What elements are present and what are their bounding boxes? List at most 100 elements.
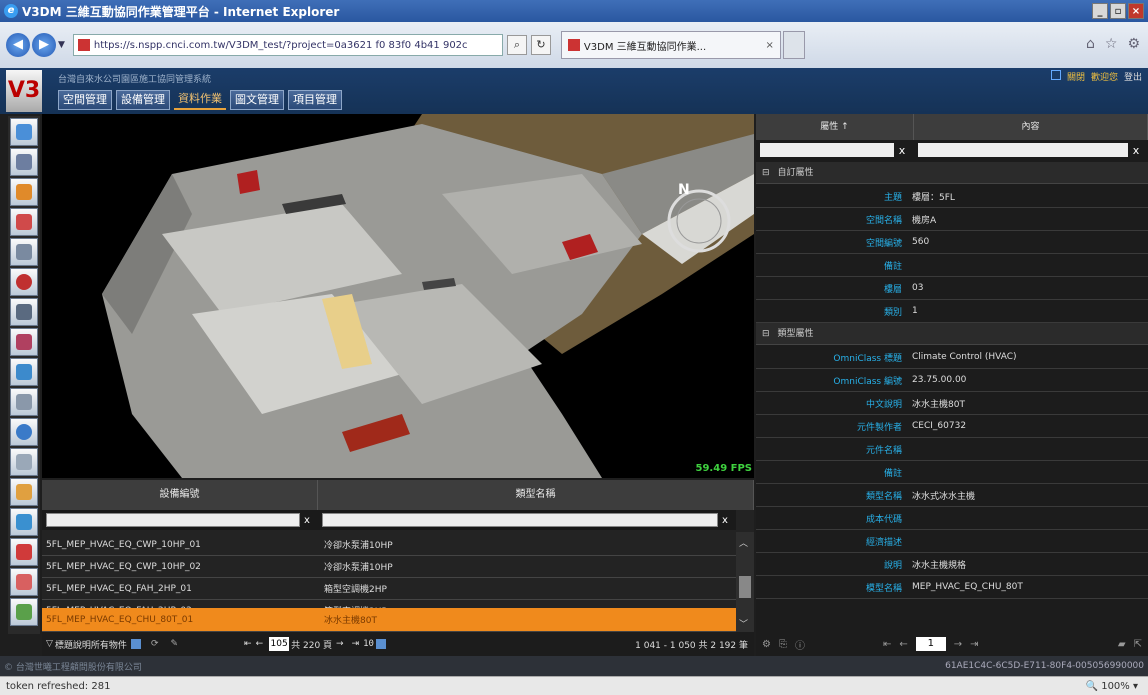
property-row[interactable]: 樓層 03 (756, 277, 1148, 300)
tool-walk[interactable] (10, 178, 38, 206)
close-link[interactable]: 關閉 (1067, 70, 1085, 83)
table-row-selected[interactable]: 5FL_MEP_HVAC_EQ_CHU_80T_01 冰水主機80T (42, 608, 736, 632)
prev-icon[interactable]: ⇤ (883, 639, 891, 650)
history-dropdown-icon[interactable]: ▼ (58, 40, 65, 50)
new-tab-button[interactable] (782, 31, 805, 59)
property-row[interactable]: 元件名稱 (756, 438, 1148, 461)
filter-dropdown-icon[interactable] (130, 639, 141, 649)
property-row[interactable]: 經濟描述 (756, 530, 1148, 553)
equipment-id-filter-input[interactable] (46, 513, 300, 527)
minimize-button[interactable]: _ (1092, 3, 1108, 19)
property-row[interactable]: 中文說明 冰水主機80T (756, 392, 1148, 415)
url-input[interactable]: https://s.nspp.cnci.com.tw/V3DM_test/?pr… (72, 34, 503, 56)
property-row[interactable]: OmniClass 標題 Climate Control (HVAC) (756, 346, 1148, 369)
tool-list[interactable] (10, 358, 38, 386)
search-button[interactable]: ⌕ (506, 35, 527, 55)
page-number-input[interactable]: 105 (269, 637, 290, 651)
next-icon[interactable]: ⇥ (970, 639, 978, 650)
group-collapse-icon[interactable]: ⊟ (762, 168, 770, 178)
property-row[interactable]: 類別 1 (756, 300, 1148, 323)
group-collapse-icon[interactable]: ⊟ (762, 329, 770, 339)
tool-export[interactable] (10, 508, 38, 536)
menu-document-management[interactable]: 圖文管理 (230, 90, 284, 110)
tool-section[interactable] (10, 208, 38, 236)
close-button[interactable]: × (1128, 3, 1144, 19)
column-header-type-name[interactable]: 類型名稱 (318, 480, 754, 510)
table-row[interactable]: 5FL_MEP_HVAC_EQ_CWP_10HP_02 冷卻水泵浦10HP (42, 556, 736, 578)
tool-fly[interactable] (10, 298, 38, 326)
menu-project-management[interactable]: 項目管理 (288, 90, 342, 110)
menu-space-management[interactable]: 空間管理 (58, 90, 112, 110)
property-row[interactable]: 備註 (756, 254, 1148, 277)
back-button[interactable]: ◀ (6, 33, 30, 57)
back-icon[interactable]: ← (899, 639, 907, 650)
prev-page-button[interactable]: ← (256, 639, 264, 649)
grid-vertical-scrollbar[interactable]: ︿ ﹀ (736, 532, 754, 632)
tool-zoom-extents[interactable] (10, 148, 38, 176)
tool-edit[interactable] (10, 478, 38, 506)
refresh-icon[interactable]: ⟳ (151, 639, 159, 649)
scroll-thumb[interactable] (739, 576, 751, 598)
logout-link[interactable]: 登出 (1124, 70, 1142, 83)
attribute-filter-clear[interactable]: x (894, 144, 910, 157)
tool-layers[interactable] (10, 388, 38, 416)
property-row[interactable]: 類型名稱 冰水式冰水主機 (756, 484, 1148, 507)
tool-clash[interactable] (10, 568, 38, 596)
property-row[interactable]: 說明 冰水主機規格 (756, 553, 1148, 576)
property-row[interactable]: 空間名稱 機房A (756, 208, 1148, 231)
settings-icon[interactable]: ⚙ (762, 639, 771, 650)
type-name-filter-input[interactable] (322, 513, 718, 527)
last-page-button[interactable]: ⇥ (352, 639, 360, 649)
tool-navigate[interactable] (10, 118, 38, 146)
equipment-id-filter-clear[interactable]: x (300, 515, 314, 526)
page-size-select[interactable]: 10 (363, 639, 374, 649)
scroll-down-icon[interactable]: ﹀ (739, 617, 748, 630)
3d-viewport[interactable]: N 59.49 FPS (42, 114, 754, 478)
column-header-attribute[interactable]: 屬性 ↑ (756, 114, 914, 140)
column-header-content[interactable]: 內容 (914, 114, 1148, 140)
tool-report[interactable] (10, 448, 38, 476)
home-icon[interactable]: ⌂ (1086, 36, 1095, 52)
type-name-filter-clear[interactable]: x (718, 515, 732, 526)
property-row[interactable]: 模型名稱 MEP_HVAC_EQ_CHU_80T (756, 576, 1148, 599)
filter-label[interactable]: 標題說明所有物件 (55, 638, 127, 651)
tool-print[interactable] (10, 238, 38, 266)
share-icon[interactable]: ⇱ (1134, 639, 1142, 650)
page-size-dropdown-icon[interactable] (375, 639, 386, 649)
browser-tab[interactable]: V3DM 三維互動協同作業... × (560, 31, 781, 59)
copy-icon[interactable]: ⎘ (779, 639, 787, 650)
table-row[interactable]: 5FL_MEP_HVAC_EQ_CWP_10HP_01 冷卻水泵浦10HP (42, 534, 736, 556)
folder-icon[interactable]: ▰ (1118, 639, 1126, 650)
property-group-header[interactable]: ⊟ 類型屬性 (756, 323, 1148, 345)
property-row[interactable]: 成本代碼 (756, 507, 1148, 530)
property-row[interactable]: 備註 (756, 461, 1148, 484)
tool-fullscreen[interactable] (10, 538, 38, 566)
menu-data-operations[interactable]: 資料作業 (174, 90, 226, 110)
edit-icon[interactable] (1050, 70, 1061, 80)
table-row[interactable]: 5FL_MEP_HVAC_EQ_FAH_2HP_01 箱型空調機2HP (42, 578, 736, 600)
zoom-level[interactable]: 🔍 100% ▾ (1086, 681, 1138, 692)
content-filter-input[interactable] (918, 143, 1128, 157)
tool-locate[interactable] (10, 268, 38, 296)
content-filter-clear[interactable]: x (1128, 144, 1144, 157)
tool-measure[interactable] (10, 328, 38, 356)
menu-equipment-management[interactable]: 設備管理 (116, 90, 170, 110)
settings-gear-icon[interactable]: ⚙ (1127, 36, 1140, 52)
property-row[interactable]: 元件製作者 CECI_60732 (756, 415, 1148, 438)
edit-icon[interactable]: ✎ (170, 639, 178, 649)
property-page-input[interactable]: 1 (915, 637, 946, 651)
info-icon[interactable]: ⓘ (795, 637, 805, 652)
maximize-button[interactable]: ▫ (1110, 3, 1126, 19)
next-page-button[interactable]: → (336, 639, 344, 649)
attribute-filter-input[interactable] (760, 143, 894, 157)
first-page-button[interactable]: ⇤ (244, 639, 252, 649)
tool-refresh[interactable] (10, 418, 38, 446)
property-row[interactable]: OmniClass 編號 23.75.00.00 (756, 369, 1148, 392)
property-row[interactable]: 主題 樓層：5FL (756, 185, 1148, 208)
forward-button[interactable]: ▶ (32, 33, 56, 57)
tab-close-icon[interactable]: × (766, 40, 774, 51)
refresh-button[interactable]: ↻ (530, 35, 551, 55)
property-group-header[interactable]: ⊟ 自訂屬性 (756, 162, 1148, 184)
forward-icon[interactable]: → (954, 639, 962, 650)
tool-chart[interactable] (10, 598, 38, 626)
